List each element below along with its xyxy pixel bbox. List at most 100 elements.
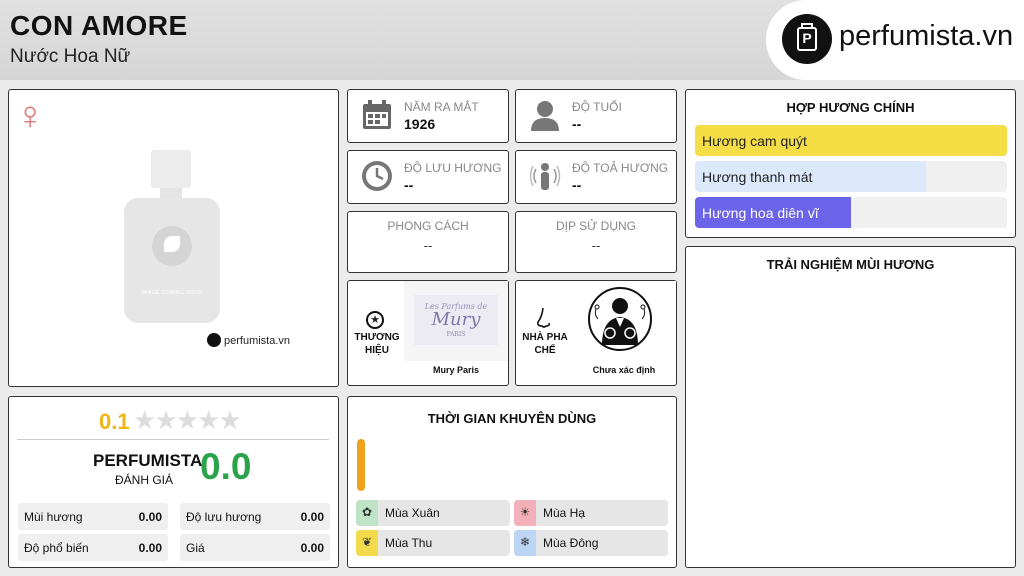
perfumer-avatar-image [588, 287, 652, 351]
star-icon[interactable]: ★ [218, 405, 241, 435]
summer-sun-icon: ☀ [519, 505, 531, 519]
main-accords-title: HỢP HƯƠNG CHÍNH [786, 100, 915, 115]
autumn-leaf-icon: ❦ [361, 535, 373, 549]
stat-label: Giá [186, 541, 205, 555]
longevity-label: ĐỘ LƯU HƯƠNG [404, 161, 502, 175]
image-placeholder-text: IMAGE COMING SOON [141, 290, 203, 296]
recommended-time-title: THỜI GIAN KHUYÊN DÙNG [427, 411, 597, 426]
perfumista-mini-icon [207, 333, 221, 347]
season-color-tab: ❄ [514, 530, 536, 556]
perfume-title: CON AMORE [10, 10, 188, 41]
accord-bar: Hương hoa diên vĩ [695, 197, 1007, 228]
occasion-value: -- [591, 238, 601, 253]
year-value: 1926 [404, 116, 436, 132]
star-icon[interactable]: ★ [197, 405, 220, 435]
longevity-value: -- [404, 177, 414, 193]
clock-icon [362, 161, 392, 191]
style-label: PHONG CÁCH [387, 219, 469, 233]
style-value: -- [423, 238, 433, 253]
stat-longevity: Độ lưu hương 0.00 [180, 503, 330, 530]
logo-text: perfumista.vn [839, 20, 1014, 52]
rating-divider [17, 439, 329, 440]
occasion-label: DỊP SỬ DỤNG [555, 219, 637, 233]
year-card: NĂM RA MẮT 1926 [347, 89, 509, 143]
winter-snowflake-icon: ❄ [519, 535, 531, 549]
radiating-person-icon [529, 163, 561, 190]
brand-logo-image: Les Parfums de Mury PARIS [414, 295, 498, 345]
stat-price: Giá 0.00 [180, 534, 330, 561]
stat-label: Mùi hương [24, 510, 83, 524]
accord-bar: Hương thanh mát [695, 161, 1007, 192]
season-color-tab: ❦ [356, 530, 378, 556]
perfumista-score: 0.0 [200, 446, 252, 487]
nose-icon [537, 307, 550, 328]
perfume-image-card: ♀ IMAGE COMING SOON perfumista.vn [8, 89, 339, 387]
bird-icon [152, 226, 192, 266]
brand-logo-big-text: Mury [431, 309, 482, 330]
page-header: CON AMORE Nước Hoa Nữ P perfumista.vn [0, 0, 1024, 80]
brand-name[interactable]: Mury Paris [404, 365, 508, 375]
style-card: PHONG CÁCH -- [347, 211, 509, 273]
season-winter: ❄ Mùa Đông [514, 530, 668, 556]
user-rating-value: 0.1 [99, 409, 130, 434]
stat-value: 0.00 [138, 541, 162, 555]
brand-logo[interactable]: Les Parfums de Mury PARIS [404, 281, 508, 361]
year-label: NĂM RA MẮT [404, 100, 479, 114]
spring-flower-icon: ✿ [361, 505, 373, 519]
time-of-day-bar [357, 439, 365, 491]
accord-label: Hương cam quýt [702, 133, 807, 149]
perfumista-sub-label: ĐÁNH GIÁ [115, 473, 174, 487]
season-label: Mùa Thu [385, 536, 433, 550]
season-label: Mùa Đông [543, 536, 599, 550]
season-label: Mùa Hạ [543, 506, 586, 520]
age-value: -- [572, 116, 582, 132]
brand-card[interactable]: ★ THƯƠNG HIỆU Les Parfums de Mury PARIS … [347, 280, 509, 386]
recommended-time-card: THỜI GIAN KHUYÊN DÙNG ✿ Mùa Xuân ☀ Mùa H… [347, 396, 677, 568]
season-spring: ✿ Mùa Xuân [356, 500, 510, 526]
perfume-subtitle: Nước Hoa Nữ [10, 46, 131, 67]
star-icon[interactable]: ★ [154, 405, 177, 435]
main-accords-card: HỢP HƯƠNG CHÍNH Hương cam quýt Hương than… [685, 89, 1016, 238]
stat-value: 0.00 [300, 510, 324, 524]
perfumer-label: NHÀ PHA CHẾ [522, 332, 568, 356]
star-icon[interactable]: ★ [176, 405, 199, 435]
season-color-tab: ☀ [514, 500, 536, 526]
brand-logo-sub-text: PARIS [447, 331, 466, 338]
sillage-card: ĐỘ TOẢ HƯƠNG -- [515, 150, 677, 204]
female-symbol-icon: ♀ [15, 94, 45, 138]
star-icon[interactable]: ★ [133, 405, 156, 435]
person-icon [531, 101, 559, 131]
stat-scent: Mùi hương 0.00 [18, 503, 168, 530]
brand-star-icon: ★ [366, 311, 384, 329]
sillage-value: -- [572, 177, 582, 193]
accord-label: Hương hoa diên vĩ [702, 205, 819, 221]
age-card: ĐỘ TUỔI -- [515, 89, 677, 143]
perfumer-name[interactable]: Chưa xác định [572, 365, 676, 375]
season-label: Mùa Xuân [385, 506, 440, 520]
calendar-icon [363, 100, 391, 129]
accord-bar: Hương cam quýt [695, 125, 1007, 156]
season-summer: ☀ Mùa Hạ [514, 500, 668, 526]
stat-value: 0.00 [138, 510, 162, 524]
age-label: ĐỘ TUỔI [572, 100, 622, 114]
perfumer-avatar [572, 281, 676, 361]
scent-experience-card: TRẢI NGHIỆM MÙI HƯƠNG [685, 246, 1016, 568]
stat-value: 0.00 [300, 541, 324, 555]
stat-popularity: Độ phổ biến 0.00 [18, 534, 168, 561]
image-watermark: perfumista.vn [207, 333, 291, 348]
scent-experience-title: TRẢI NGHIỆM MÙI HƯƠNG [766, 257, 935, 272]
occasion-card: DỊP SỬ DỤNG -- [515, 211, 677, 273]
season-color-tab: ✿ [356, 500, 378, 526]
accord-label: Hương thanh mát [702, 169, 813, 185]
perfumer-card[interactable]: NHÀ PHA CHẾ Chưa xác định [515, 280, 677, 386]
image-watermark-text: perfumista.vn [224, 334, 291, 347]
perfume-bottle-logo-icon: P [782, 14, 832, 64]
rating-card: 0.1 ★★★★★ PERFUMISTA ĐÁNH GIÁ 0.0 Mùi hư… [8, 396, 339, 568]
site-logo[interactable]: P perfumista.vn [766, 0, 1024, 80]
longevity-card: ĐỘ LƯU HƯƠNG -- [347, 150, 509, 204]
sillage-label: ĐỘ TOẢ HƯƠNG [572, 161, 669, 175]
stat-label: Độ lưu hương [186, 510, 262, 524]
rating-stars[interactable]: ★★★★★ [133, 405, 242, 436]
season-autumn: ❦ Mùa Thu [356, 530, 510, 556]
stat-label: Độ phổ biến [24, 541, 89, 555]
